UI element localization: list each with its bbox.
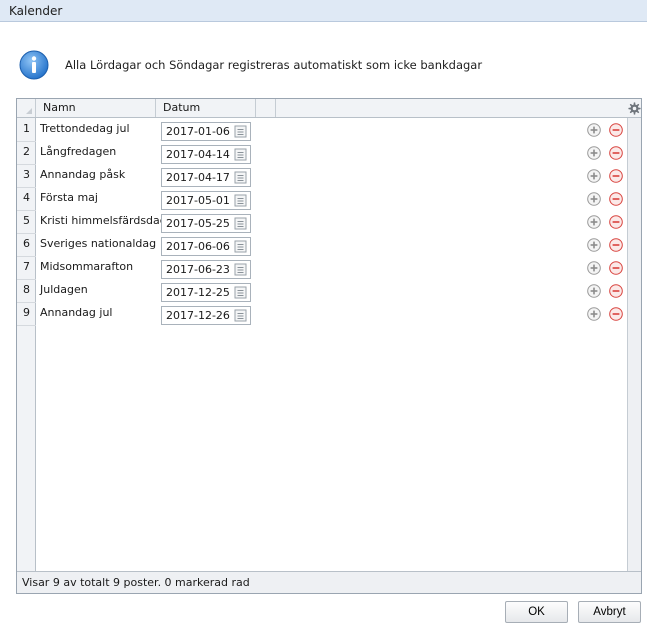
ok-button[interactable]: OK <box>505 601 568 623</box>
column-header-date[interactable]: Datum <box>156 99 256 117</box>
table-row[interactable]: 2 Långfredagen 2017-04-14 <box>17 141 627 165</box>
date-field[interactable]: 2017-05-25 <box>161 214 251 233</box>
holiday-name: Första maj <box>40 191 98 204</box>
holiday-name: Juldagen <box>40 283 88 296</box>
window-title: Kalender <box>9 4 63 18</box>
date-value: 2017-12-26 <box>166 309 230 322</box>
date-field[interactable]: 2017-05-01 <box>161 191 251 210</box>
remove-row-icon[interactable] <box>609 261 623 275</box>
table-row[interactable]: 9 Annandag jul 2017-12-26 <box>17 302 627 326</box>
calendar-icon[interactable] <box>234 194 247 207</box>
holiday-name: Trettondedag jul <box>40 122 130 135</box>
date-value: 2017-01-06 <box>166 125 230 138</box>
calendar-icon[interactable] <box>234 125 247 138</box>
add-row-icon[interactable] <box>587 146 601 160</box>
add-row-icon[interactable] <box>587 215 601 229</box>
date-value: 2017-05-25 <box>166 217 230 230</box>
column-header-name[interactable]: Namn <box>36 99 156 117</box>
calendar-icon[interactable] <box>234 240 247 253</box>
row-number: 2 <box>17 141 36 165</box>
table-row[interactable]: 6 Sveriges nationaldag 2017-06-06 <box>17 233 627 257</box>
date-field[interactable]: 2017-12-25 <box>161 283 251 302</box>
remove-row-icon[interactable] <box>609 215 623 229</box>
remove-row-icon[interactable] <box>609 284 623 298</box>
calendar-icon[interactable] <box>234 148 247 161</box>
calendar-icon[interactable] <box>234 217 247 230</box>
row-number: 6 <box>17 233 36 257</box>
date-value: 2017-06-06 <box>166 240 230 253</box>
holiday-name: Kristi himmelsfärdsdag <box>40 214 167 227</box>
table-row[interactable]: 4 Första maj 2017-05-01 <box>17 187 627 211</box>
table-row[interactable]: 5 Kristi himmelsfärdsdag 2017-05-25 <box>17 210 627 234</box>
date-field[interactable]: 2017-06-06 <box>161 237 251 256</box>
date-value: 2017-04-17 <box>166 171 230 184</box>
add-row-icon[interactable] <box>587 284 601 298</box>
date-value: 2017-12-25 <box>166 286 230 299</box>
cancel-button[interactable]: Avbryt <box>578 601 641 623</box>
grid-status-bar: Visar 9 av totalt 9 poster. 0 markerad r… <box>17 571 641 593</box>
calendar-icon[interactable] <box>234 286 247 299</box>
holiday-name: Sveriges nationaldag <box>40 237 157 250</box>
remove-row-icon[interactable] <box>609 169 623 183</box>
table-row[interactable]: 3 Annandag påsk 2017-04-17 <box>17 164 627 188</box>
calendar-icon[interactable] <box>234 171 247 184</box>
remove-row-icon[interactable] <box>609 146 623 160</box>
info-icon <box>19 50 49 80</box>
holiday-grid: Namn Datum 1 Trettondedag jul 2017-01-06… <box>16 98 642 594</box>
add-row-icon[interactable] <box>587 307 601 321</box>
remove-row-icon[interactable] <box>609 123 623 137</box>
date-value: 2017-05-01 <box>166 194 230 207</box>
row-number: 7 <box>17 256 36 280</box>
select-all-corner[interactable] <box>17 99 36 117</box>
date-field[interactable]: 2017-04-14 <box>161 145 251 164</box>
row-number: 8 <box>17 279 36 303</box>
add-row-icon[interactable] <box>587 169 601 183</box>
table-row[interactable]: 1 Trettondedag jul 2017-01-06 <box>17 118 627 142</box>
date-field[interactable]: 2017-12-26 <box>161 306 251 325</box>
date-field[interactable]: 2017-06-23 <box>161 260 251 279</box>
table-row[interactable]: 7 Midsommarafton 2017-06-23 <box>17 256 627 280</box>
add-row-icon[interactable] <box>587 238 601 252</box>
row-number: 4 <box>17 187 36 211</box>
add-row-icon[interactable] <box>587 123 601 137</box>
calendar-icon[interactable] <box>234 263 247 276</box>
grid-right-column <box>627 118 641 571</box>
info-message: Alla Lördagar och Söndagar registreras a… <box>65 58 483 72</box>
table-row[interactable]: 8 Juldagen 2017-12-25 <box>17 279 627 303</box>
holiday-name: Annandag påsk <box>40 168 126 181</box>
remove-row-icon[interactable] <box>609 192 623 206</box>
date-value: 2017-06-23 <box>166 263 230 276</box>
grid-header: Namn Datum <box>17 99 641 118</box>
add-row-icon[interactable] <box>587 192 601 206</box>
title-bar: Kalender <box>0 0 647 22</box>
remove-row-icon[interactable] <box>609 238 623 252</box>
row-number: 5 <box>17 210 36 234</box>
remove-row-icon[interactable] <box>609 307 623 321</box>
date-value: 2017-04-14 <box>166 148 230 161</box>
row-number: 3 <box>17 164 36 188</box>
gear-icon[interactable] <box>628 102 641 115</box>
column-header-empty <box>256 99 276 117</box>
record-count-status: Visar 9 av totalt 9 poster. 0 markerad r… <box>22 576 250 589</box>
holiday-name: Midsommarafton <box>40 260 134 273</box>
date-field[interactable]: 2017-01-06 <box>161 122 251 141</box>
holiday-name: Annandag jul <box>40 306 113 319</box>
row-number: 9 <box>17 302 36 326</box>
calendar-icon[interactable] <box>234 309 247 322</box>
holiday-name: Långfredagen <box>40 145 117 158</box>
date-field[interactable]: 2017-04-17 <box>161 168 251 187</box>
add-row-icon[interactable] <box>587 261 601 275</box>
row-number: 1 <box>17 118 36 142</box>
